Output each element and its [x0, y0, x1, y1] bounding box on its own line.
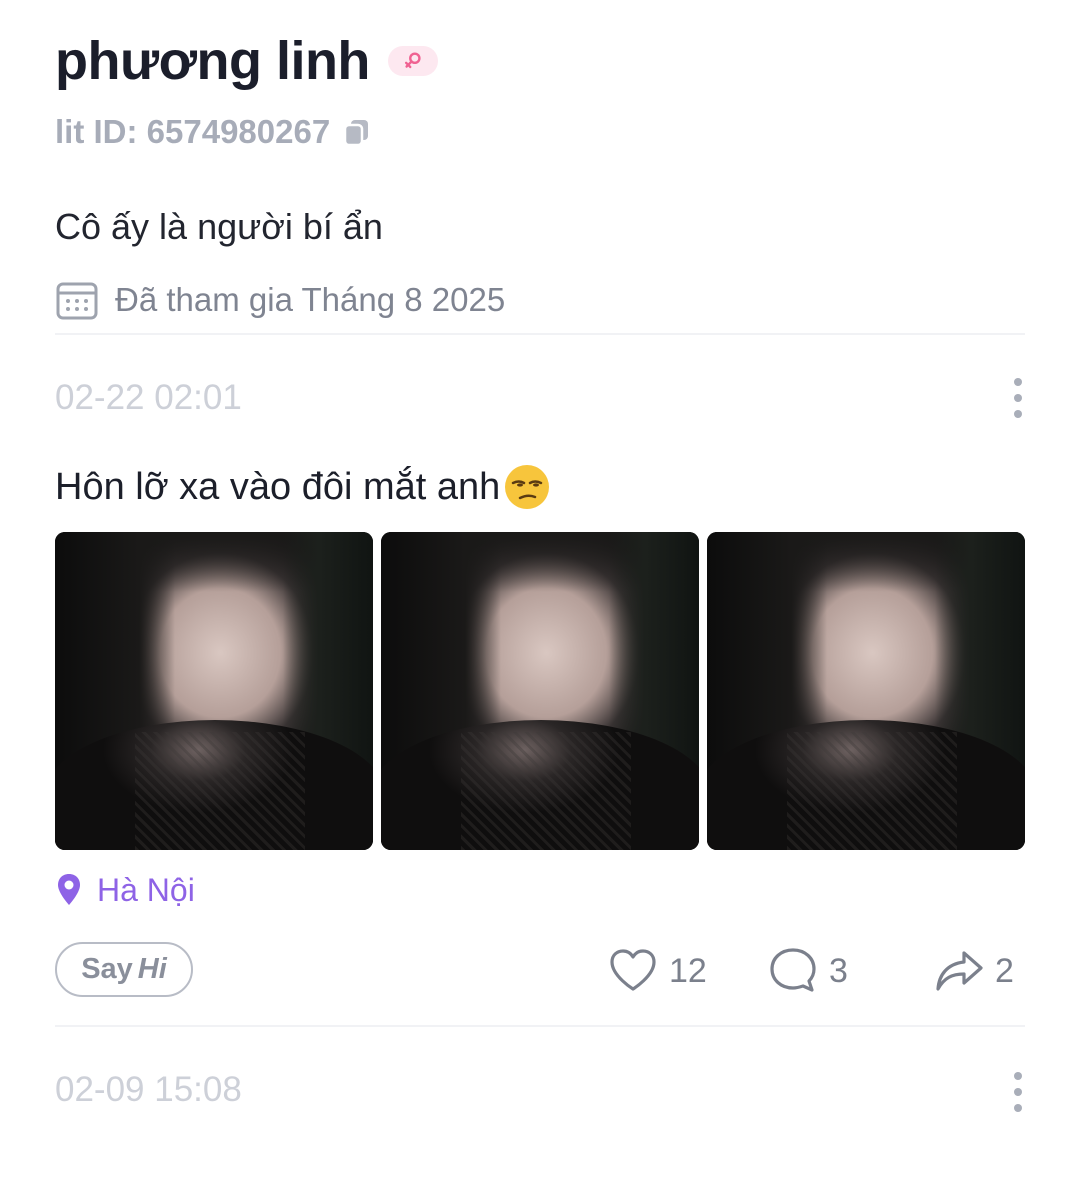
- comment-bubble-icon: [770, 948, 816, 992]
- comment-button[interactable]: 3: [767, 945, 848, 997]
- post-timestamp: 02-09 15:08: [55, 1070, 242, 1109]
- say-hi-button[interactable]: Say Hi: [55, 942, 193, 997]
- post-location[interactable]: Hà Nội: [55, 870, 195, 910]
- joined-date: Đã tham gia Tháng 8 2025: [115, 281, 506, 318]
- lit-id-row: lit ID: 6574980267: [55, 112, 372, 152]
- unamused-face-emoji: [505, 465, 550, 509]
- post-photos: [55, 532, 1025, 850]
- joined-row: Đã tham gia Tháng 8 2025: [55, 278, 505, 322]
- post-photo[interactable]: [381, 532, 699, 850]
- like-count: 12: [669, 952, 707, 990]
- post-timestamp: 02-22 02:01: [55, 378, 242, 417]
- heart-icon: [610, 949, 656, 991]
- location-pin-icon: [58, 874, 80, 905]
- comment-count: 3: [829, 952, 848, 990]
- location-text: Hà Nội: [97, 872, 195, 908]
- profile-bio: Cô ấy là người bí ẩn: [55, 206, 383, 247]
- dot-icon: [1014, 410, 1022, 418]
- female-icon: [387, 46, 438, 76]
- more-options-button[interactable]: [1005, 378, 1031, 418]
- share-arrow-icon: [936, 951, 983, 991]
- like-button[interactable]: 12: [607, 945, 707, 997]
- post-text: Hôn lỡ xa vào đôi mắt anh: [55, 466, 501, 508]
- profile-name: phương linh: [55, 31, 370, 91]
- lit-id: lit ID: 6574980267: [55, 113, 331, 150]
- post-photo[interactable]: [707, 532, 1025, 850]
- post-text-row: Hôn lỡ xa vào đôi mắt anh: [55, 462, 552, 512]
- say-hi-label-say: Say: [81, 953, 133, 985]
- profile-page: phương linh lit ID: 6574980267 Cô ấy là …: [0, 0, 1080, 1188]
- dot-icon: [1014, 1104, 1022, 1112]
- say-hi-label-hi: Hi: [137, 953, 167, 985]
- dot-icon: [1014, 394, 1022, 402]
- dot-icon: [1014, 1072, 1022, 1080]
- more-options-button[interactable]: [1005, 1072, 1031, 1112]
- copy-icon[interactable]: [342, 117, 372, 147]
- share-button[interactable]: 2: [933, 945, 1014, 997]
- share-count: 2: [995, 952, 1014, 990]
- divider: [55, 1025, 1025, 1027]
- divider: [55, 333, 1025, 335]
- dot-icon: [1014, 1088, 1022, 1096]
- calendar-icon: [56, 282, 98, 320]
- post-photo[interactable]: [55, 532, 373, 850]
- profile-header: phương linh: [55, 28, 438, 94]
- dot-icon: [1014, 378, 1022, 386]
